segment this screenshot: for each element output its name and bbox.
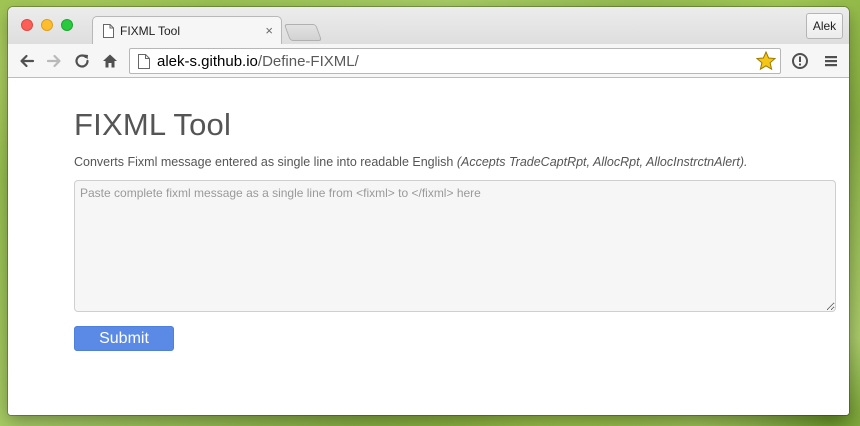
browser-window: FIXML Tool × Alek alek-s.github.io/Defin… <box>8 7 849 415</box>
url-path: /Define-FIXML/ <box>257 53 359 70</box>
star-icon[interactable] <box>755 50 777 72</box>
tab-close-icon[interactable]: × <box>265 23 273 38</box>
reload-icon[interactable] <box>72 51 92 71</box>
zoom-window-button[interactable] <box>61 19 73 31</box>
arrow-right-icon[interactable] <box>44 51 64 71</box>
title-bar: FIXML Tool × Alek <box>8 7 849 45</box>
exclamation-circle-icon[interactable] <box>790 51 810 71</box>
hamburger-menu-icon[interactable] <box>821 51 841 71</box>
new-tab-button[interactable] <box>283 24 323 41</box>
close-window-button[interactable] <box>21 19 33 31</box>
description-note: (Accepts TradeCaptRpt, AllocRpt, AllocIn… <box>456 155 748 169</box>
minimize-window-button[interactable] <box>41 19 53 31</box>
page-description: Converts Fixml message entered as single… <box>74 155 747 169</box>
submit-button[interactable]: Submit <box>74 326 174 351</box>
home-icon[interactable] <box>100 51 120 71</box>
tab-title: FIXML Tool <box>120 24 181 38</box>
profile-button[interactable]: Alek <box>806 13 843 39</box>
page-icon <box>103 24 114 38</box>
fixml-message-input[interactable] <box>74 180 836 312</box>
url-text[interactable]: alek-s.github.io/Define-FIXML/ <box>157 53 359 70</box>
page-title: FIXML Tool <box>74 107 232 142</box>
page-info-icon[interactable] <box>138 54 150 69</box>
browser-tab[interactable]: FIXML Tool × <box>92 16 282 45</box>
description-text: Converts Fixml message entered as single… <box>74 155 457 169</box>
address-bar[interactable]: alek-s.github.io/Define-FIXML/ <box>129 48 781 74</box>
url-host: alek-s.github.io <box>157 53 258 70</box>
arrow-left-icon[interactable] <box>17 51 37 71</box>
browser-toolbar: alek-s.github.io/Define-FIXML/ <box>8 44 849 78</box>
page-content: FIXML Tool Converts Fixml message entere… <box>8 79 849 415</box>
